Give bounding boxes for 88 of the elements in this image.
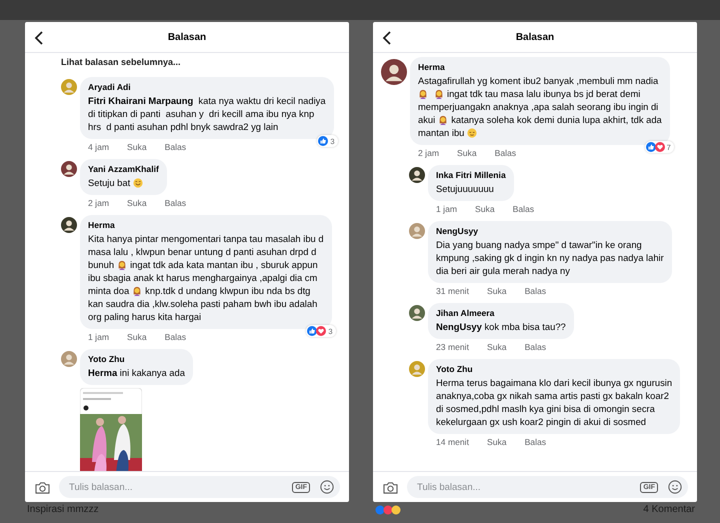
comment-text: Kita hanya pintar mengomentari tanpa tau masalah ibu d	[88, 232, 324, 245]
avatar-icon[interactable]	[409, 305, 425, 321]
camera-icon[interactable]	[35, 480, 50, 494]
comment-time: 14 menit	[436, 437, 469, 447]
comment-time: 23 menit	[436, 342, 469, 352]
comment-action-link[interactable]: Suka	[127, 198, 147, 208]
comment-action-link[interactable]: Suka	[486, 342, 507, 352]
comment-text: Setujuuuuuuu	[436, 182, 494, 195]
woman-emoji-icon	[438, 114, 448, 124]
smiley-icon[interactable]	[320, 480, 334, 494]
comment-text: Astagafirullah yg koment ibu2 banyak ,membuli mm nadia	[418, 74, 658, 87]
comment-text: bunuh	[88, 258, 114, 271]
comment-action-link[interactable]: Balas	[164, 142, 186, 152]
comment-text: Fitri Khairani Marpaung kata nya waktu dri kecil nadiya	[88, 94, 326, 107]
comment-time: 2 jam	[418, 148, 440, 158]
avatar-icon[interactable]	[409, 167, 425, 183]
smiley-icon[interactable]	[668, 480, 682, 494]
back-icon[interactable]	[34, 31, 44, 45]
comment-time: 1 jam	[88, 332, 110, 342]
comment-text: org paling harus kita hargai	[88, 310, 202, 323]
comment-action-link[interactable]: Suka	[486, 437, 507, 447]
woman-emoji-icon	[132, 286, 142, 296]
comment-text: Herma terus bagaimana klo dari kecil ibunya gx ngurusin	[436, 376, 672, 389]
comment-text: kan saudra dia ,klw.soleha pasti paham bwh ibu adalah	[88, 297, 318, 310]
author-name[interactable]: Inka Fitri Millenia	[436, 170, 506, 180]
comment-text: anaknya,coba gx nikah sama artis pasti gx bakaln koar2	[436, 389, 669, 402]
comment-action-link[interactable]: Balas	[164, 332, 186, 342]
comment-time: 2 jam	[88, 198, 110, 208]
panel-title: Balasan	[168, 32, 206, 42]
comment-action-link[interactable]: Suka	[486, 286, 507, 296]
panel-title: Balasan	[516, 32, 554, 42]
smiley-icon	[467, 128, 478, 138]
avatar-icon[interactable]	[381, 59, 407, 85]
comment-action-link[interactable]: Balas	[512, 204, 534, 214]
heart-icon	[654, 142, 665, 152]
author-name[interactable]: Herma	[418, 62, 662, 72]
comment-action-link[interactable]: Balas	[164, 198, 186, 208]
heart-icon	[316, 326, 326, 336]
camera-icon[interactable]	[383, 480, 398, 494]
comment-text: hrs d panti asuhan pdhl bnyk sawdra2 yg lain	[88, 120, 278, 133]
comment-text: ibu sbagia anak kt harus menghargainya ,apalgi dia cm	[88, 271, 318, 284]
author-name[interactable]: Yoto Zhu	[436, 364, 672, 374]
comment-action-link[interactable]: Balas	[524, 286, 546, 296]
comment-action-link[interactable]: Balas	[494, 148, 516, 158]
comment-text: akui	[418, 113, 436, 126]
comment-text: di sosmed,pdhl maslh kya gini bisa di omongin secra	[436, 402, 655, 415]
like-icon	[318, 136, 328, 146]
comment-text: ingat tdk ada kata mantan ibu , sburuk appun	[130, 258, 318, 271]
comment-text: katanya soleha kok demi dunia lupa akhirt, tdk ada	[451, 113, 662, 126]
woman-emoji-icon	[117, 260, 128, 270]
comment-action-link[interactable]: Suka	[475, 204, 495, 214]
comment-text: ingat tdk tau masa lalu ibunya bs jd berat demi	[447, 87, 640, 100]
woman-emoji-icon	[434, 88, 444, 98]
comment-action-link[interactable]: Suka	[127, 332, 147, 342]
comment-time: 1 jam	[436, 204, 458, 214]
comment-text: knp.tdk d undang klwpun ibu nda bs dtg	[145, 284, 310, 297]
comment-text: kekelurgaan gx ush koar2 pingin di akui di sosmed	[436, 415, 646, 428]
comment-action-link[interactable]: Suka	[457, 148, 477, 158]
comment-text: NengUsyy kok mba bisa tau??	[436, 320, 566, 333]
comment-action-link[interactable]: Balas	[524, 437, 546, 447]
back-icon[interactable]	[382, 31, 392, 45]
woman-emoji-icon	[418, 88, 428, 98]
avatar-icon[interactable]	[61, 161, 77, 177]
previous-replies-link[interactable]: Lihat balasan sebelumnya...	[61, 57, 340, 67]
author-name[interactable]: Herma	[88, 220, 324, 230]
post-caption: Inspirasi mmzzz	[27, 504, 99, 515]
author-name[interactable]: Yani AzzamKhalif	[88, 164, 159, 174]
comment-text: Setuju bat	[88, 176, 130, 189]
comment-text: di titipkan di panti asuhan y dri kecill ama ibu nya knp	[88, 107, 314, 120]
post-caption: 4 Komentar	[643, 504, 695, 515]
avatar-icon[interactable]	[61, 217, 77, 233]
comment-text: dia beri air gula merah nadya ny	[436, 264, 570, 277]
comment-action-link[interactable]: Suka	[127, 142, 147, 152]
comment-text: mantan ibu	[418, 126, 464, 139]
comment-text: memperjuangakn anaknya ,apa salah seorang ibu ingin di	[418, 100, 658, 113]
author-name[interactable]: Aryadi Adi	[88, 82, 326, 92]
comment-text: Herma ini kakanya ada	[88, 366, 185, 379]
comment-text: kmpung ,saking gk d ingin kn ny nadya pas nadya lahir	[436, 251, 664, 264]
author-name[interactable]: NengUsyy	[436, 226, 664, 236]
comment-text: minta doa	[88, 284, 130, 297]
author-name[interactable]: Jihan Almeera	[436, 308, 566, 318]
author-name[interactable]: Yoto Zhu	[88, 354, 185, 364]
comment-time: 4 jam	[88, 142, 110, 152]
comment-text: masa lalu , klwpun benar untung d panti asuhan drpd d	[88, 245, 316, 258]
comment-time: 31 menit	[436, 286, 469, 296]
comment-action-link[interactable]: Balas	[524, 342, 546, 352]
smiley-icon	[133, 178, 144, 188]
comment-text: Dia yang buang nadya smpe" d tawar"in ke orang	[436, 238, 642, 251]
